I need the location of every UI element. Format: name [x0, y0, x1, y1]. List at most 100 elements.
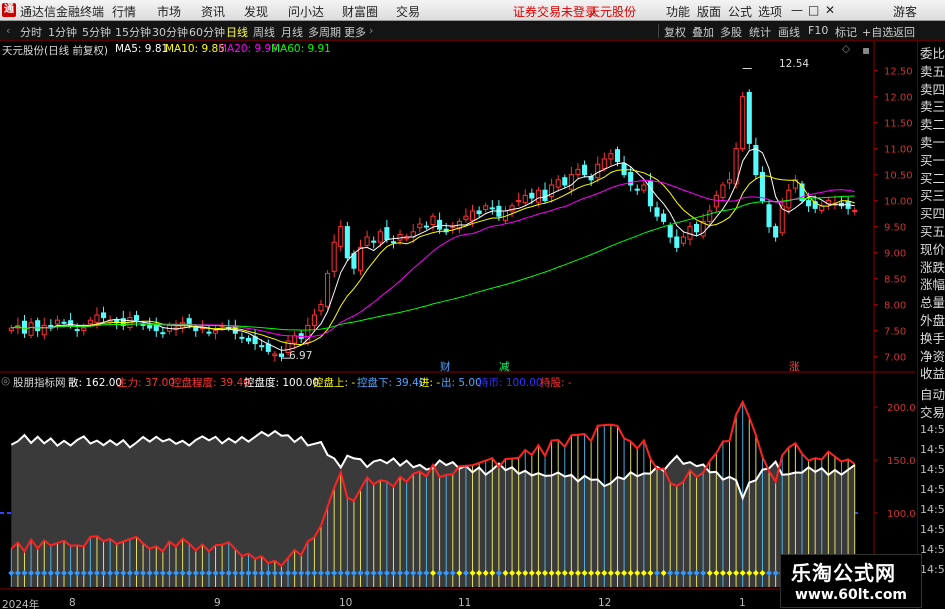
- candle-body: [390, 241, 397, 244]
- candle-body: [311, 314, 317, 326]
- param-hold-stock: 持股: -: [540, 377, 572, 389]
- statistics-button[interactable]: 统计: [749, 24, 771, 40]
- chart-area[interactable]: 12.50 12.00 11.50 11.00 10.50 10.00 9.50 9.00 8.…: [0, 41, 916, 609]
- period-tab-monthly[interactable]: 月线: [281, 24, 303, 40]
- tick-time: 14:56: [920, 423, 945, 436]
- app-window: 通 通达信金融终端 行情 市场 资讯 发现 问小达 财富圈 交易 证券交易未登录…: [0, 0, 945, 609]
- chart-svg[interactable]: 12.50 12.00 11.50 11.00 10.50 10.00 9.50 9.00 8.…: [0, 41, 916, 609]
- menu-function[interactable]: 功能: [666, 3, 690, 20]
- price-tick-label: 10.00: [884, 197, 913, 208]
- menu-wealth[interactable]: 财富圈: [342, 3, 378, 20]
- app-name: 通达信金融终端: [20, 5, 105, 19]
- candle-body: [601, 158, 607, 169]
- period-tab-1min[interactable]: 1分钟: [48, 24, 77, 40]
- quote-field-label: 买三: [920, 188, 945, 204]
- tick-time: 14:56: [920, 483, 945, 496]
- menu-trade[interactable]: 交易: [396, 3, 420, 20]
- adjust-button[interactable]: 复权: [664, 24, 686, 40]
- candle-body: [318, 304, 324, 312]
- toolbar-collapse-icon[interactable]: ‹: [6, 24, 10, 37]
- menu-news[interactable]: 资讯: [201, 3, 225, 20]
- candle-body: [522, 194, 528, 204]
- candle-body: [430, 215, 436, 226]
- param-main: 主力: 37.00: [117, 377, 175, 389]
- draw-line-button[interactable]: 画线: [778, 24, 800, 40]
- candle-body: [476, 210, 482, 215]
- quote-field-label: 卖三: [920, 99, 945, 115]
- menu-options[interactable]: 选项: [758, 3, 782, 20]
- sidebar-action-0[interactable]: 自动: [920, 384, 945, 403]
- indicator-expand-icon[interactable]: ◎: [1, 375, 10, 387]
- candle-body: [384, 227, 390, 241]
- price-tick-label: 9.50: [884, 223, 906, 234]
- overlay-button[interactable]: 叠加: [692, 24, 714, 40]
- watermark-title: 乐淘公式网: [791, 561, 896, 585]
- indicator-name[interactable]: 股朋指标网: [13, 375, 66, 390]
- close-button[interactable]: ✕: [825, 3, 835, 17]
- candle-body: [259, 345, 265, 348]
- event-marker-limitup[interactable]: 涨: [789, 359, 800, 374]
- maximize-button[interactable]: □: [808, 3, 819, 17]
- quote-field-label: 卖二: [920, 117, 945, 133]
- candle-body: [463, 215, 469, 220]
- event-marker-reduce[interactable]: 减: [499, 359, 510, 374]
- period-tab-daily[interactable]: 日线: [226, 24, 248, 40]
- candle-body: [272, 353, 278, 357]
- settings-diamond-icon[interactable]: ◇: [842, 43, 850, 55]
- event-marker-finance[interactable]: 财: [440, 359, 451, 374]
- period-tab-30min[interactable]: 30分钟: [152, 24, 188, 40]
- candle-body: [417, 223, 423, 229]
- candle-body: [687, 226, 693, 240]
- add-watchlist-button[interactable]: +自选: [862, 24, 893, 40]
- indicator-tick-label: 200.0: [887, 403, 915, 414]
- period-tab-multi[interactable]: 多周期: [308, 24, 341, 40]
- price-tick-label: 12.50: [884, 67, 913, 78]
- period-tab-15min[interactable]: 15分钟: [115, 24, 151, 40]
- candle-body: [239, 336, 245, 339]
- menu-market[interactable]: 市场: [157, 3, 181, 20]
- param-retail: 散: 162.00: [68, 377, 123, 389]
- period-tab-intraday[interactable]: 分时: [20, 24, 42, 40]
- param-out: 出: 5.00: [441, 377, 482, 389]
- sidebar-action-1[interactable]: 交易: [920, 402, 945, 421]
- candle-body: [278, 353, 284, 358]
- period-tab-5min[interactable]: 5分钟: [82, 24, 111, 40]
- candle-body: [773, 226, 779, 238]
- candle-body: [674, 236, 680, 248]
- minimize-button[interactable]: —: [791, 3, 803, 17]
- mark-button[interactable]: 标记: [835, 24, 857, 40]
- chart-close-icon[interactable]: ▪: [862, 43, 870, 57]
- menu-ask[interactable]: 问小达: [288, 3, 324, 20]
- quote-sidebar: 委比 卖五 卖四 卖三 卖二 卖一 买一 买二 买三 买四 买五 现价 涨跌 涨幅 总量 外盘 换手 净资 收益 自动…: [917, 41, 945, 609]
- menu-discover[interactable]: 发现: [244, 3, 268, 20]
- period-tab-weekly[interactable]: 周线: [253, 24, 275, 40]
- multi-stock-button[interactable]: 多股: [720, 24, 742, 40]
- menu-quotes[interactable]: 行情: [112, 3, 136, 20]
- f10-button[interactable]: F10: [808, 24, 828, 37]
- candle-body: [647, 180, 653, 207]
- param-hold-cash: 持币: 100.00: [478, 377, 543, 389]
- menu-formula[interactable]: 公式: [728, 3, 752, 20]
- user-label[interactable]: 游客: [893, 3, 917, 20]
- menu-layout[interactable]: 版面: [697, 3, 721, 20]
- period-tab-60min[interactable]: 60分钟: [189, 24, 225, 40]
- candle-body: [61, 321, 67, 324]
- candle-body: [667, 225, 673, 238]
- candle-body: [786, 189, 792, 209]
- candle-body: [101, 312, 107, 319]
- quote-field-label: 买四: [920, 206, 945, 222]
- more-chevron-icon[interactable]: ›: [369, 24, 373, 37]
- quote-field-label: 卖一: [920, 135, 945, 150]
- tick-time: 14:56: [920, 463, 945, 476]
- site-watermark: 乐淘公式网 www.60lt.com: [780, 554, 922, 608]
- param-control-degree: 控盘程度: 39.40: [171, 377, 250, 389]
- candle-body: [41, 324, 47, 336]
- price-tick-label: 10.50: [884, 171, 913, 182]
- ma5-legend: MA5: 9.81: [115, 43, 169, 55]
- period-tab-more[interactable]: 更多: [344, 24, 366, 40]
- candle-body: [746, 91, 752, 144]
- candle-body: [325, 272, 331, 308]
- login-notice[interactable]: 证券交易未登录: [513, 3, 597, 20]
- back-button[interactable]: 返回: [893, 24, 915, 40]
- ma60-legend: MA60: 9.91: [271, 43, 331, 55]
